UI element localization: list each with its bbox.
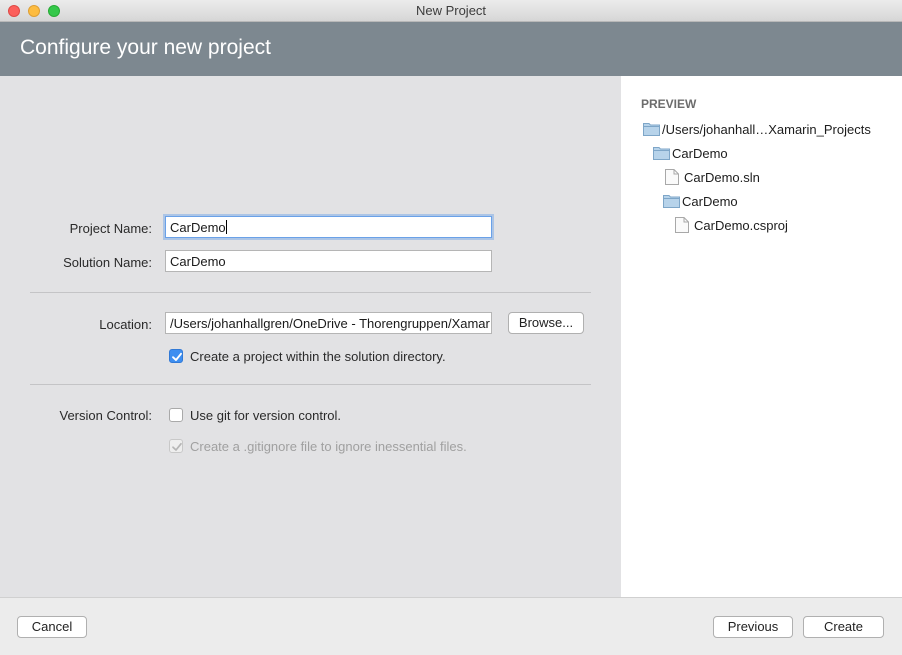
project-name-value: CarDemo	[170, 220, 226, 235]
gitignore-label: Create a .gitignore file to ignore iness…	[190, 439, 467, 454]
location-input[interactable]: /Users/johanhallgren/OneDrive - Thorengr…	[165, 312, 492, 334]
text-caret	[225, 220, 227, 234]
tree-item-label: CarDemo.csproj	[694, 218, 788, 233]
dialog-header: Configure your new project	[0, 22, 902, 76]
version-control-label: Version Control:	[59, 408, 153, 423]
project-name-input[interactable]: CarDemo	[165, 216, 492, 238]
section-divider	[30, 384, 591, 385]
create-within-dir-checkbox[interactable]	[169, 349, 183, 363]
previous-button[interactable]: Previous	[713, 616, 793, 638]
page-title: Configure your new project	[20, 36, 271, 59]
browse-button[interactable]: Browse...	[508, 312, 584, 334]
tree-item-label: /Users/johanhall…Xamarin_Projects	[662, 122, 871, 137]
tree-item-label: CarDemo.sln	[684, 170, 760, 185]
tree-item-label: CarDemo	[682, 194, 738, 209]
cancel-button[interactable]: Cancel	[17, 616, 87, 638]
location-label: Location:	[99, 317, 152, 332]
create-within-dir-label: Create a project within the solution dir…	[190, 349, 446, 364]
dialog-footer: Cancel Previous Create	[0, 597, 902, 655]
folder-icon	[643, 123, 660, 136]
preview-title: PREVIEW	[641, 97, 697, 111]
checkmark-icon	[172, 442, 182, 451]
use-git-label: Use git for version control.	[190, 408, 342, 423]
checkmark-icon	[172, 352, 182, 361]
window-titlebar: New Project	[0, 0, 902, 22]
create-button[interactable]: Create	[803, 616, 884, 638]
solution-name-input[interactable]: CarDemo	[165, 250, 492, 272]
configure-form-panel: Project Name: CarDemo Solution Name: Car…	[0, 76, 621, 597]
project-name-label: Project Name:	[69, 221, 152, 236]
window-title: New Project	[415, 3, 487, 18]
use-git-checkbox[interactable]	[169, 408, 183, 422]
tree-item-label: CarDemo	[672, 146, 728, 161]
location-value: /Users/johanhallgren/OneDrive - Thorengr…	[170, 316, 490, 331]
file-icon	[675, 217, 689, 233]
solution-name-value: CarDemo	[170, 254, 226, 269]
folder-icon	[653, 147, 670, 160]
preview-panel: PREVIEW /Users/johanhall…Xamarin_Project…	[621, 76, 902, 597]
solution-name-label: Solution Name:	[63, 255, 152, 270]
gitignore-checkbox	[169, 439, 183, 453]
section-divider	[30, 292, 591, 293]
file-icon	[665, 169, 679, 185]
folder-icon	[663, 195, 680, 208]
